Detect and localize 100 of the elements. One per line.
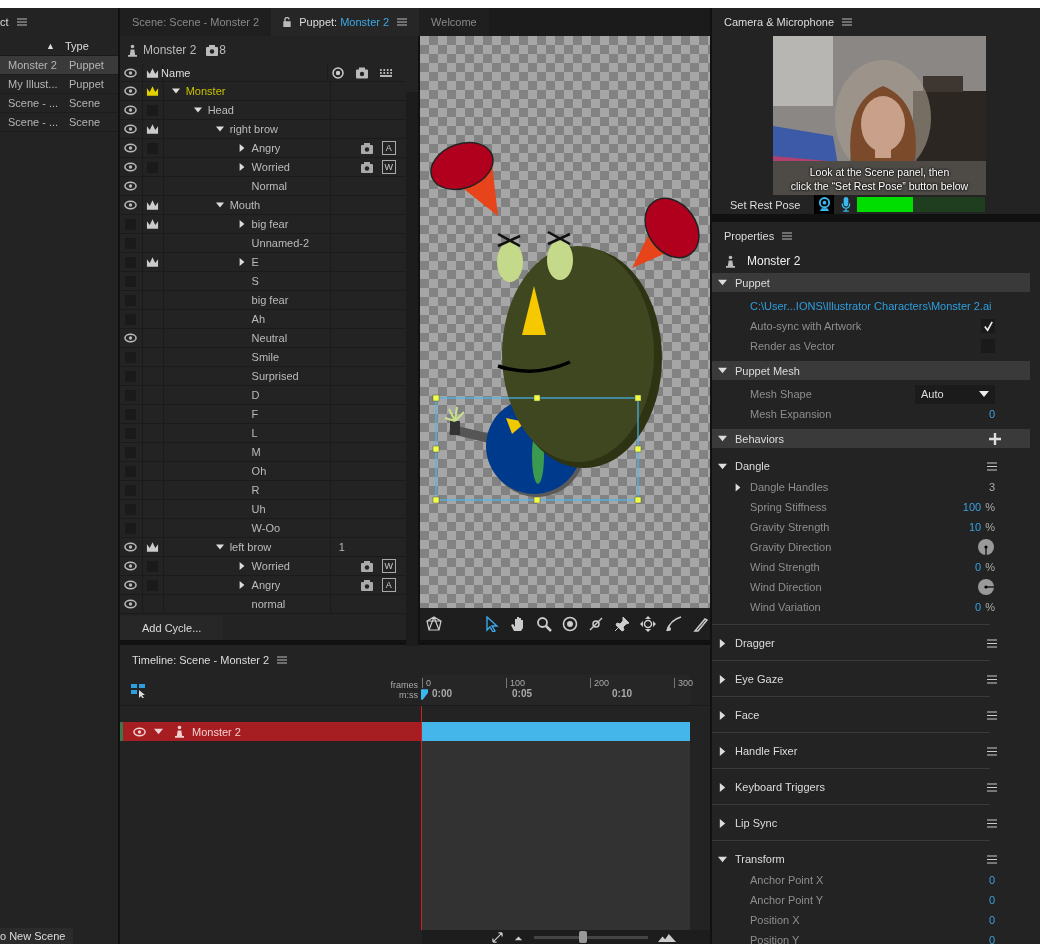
- property-value[interactable]: 100: [962, 501, 982, 513]
- eye-icon[interactable]: [124, 105, 138, 115]
- layer-name[interactable]: S: [251, 275, 259, 287]
- eye-icon[interactable]: [124, 333, 138, 343]
- behavior-title[interactable]: Keyboard Triggers: [735, 781, 987, 793]
- collapse-arrow-icon[interactable]: [215, 125, 224, 133]
- layer-name[interactable]: big fear: [251, 294, 289, 306]
- collapse-arrow-icon[interactable]: [718, 278, 727, 287]
- add-cycle-button[interactable]: Add Cycle...: [120, 616, 224, 640]
- layer-name[interactable]: Head: [207, 104, 234, 116]
- behavior-title[interactable]: Dragger: [735, 637, 987, 649]
- expand-arrow-icon[interactable]: [237, 220, 246, 228]
- direction-dial[interactable]: [978, 578, 995, 596]
- select-icon[interactable]: [130, 682, 146, 698]
- property-value[interactable]: 0: [988, 874, 995, 886]
- property-value[interactable]: 0: [988, 934, 995, 944]
- layer-name[interactable]: Normal: [251, 180, 288, 192]
- menu-icon[interactable]: [987, 710, 997, 720]
- menu-icon[interactable]: [987, 854, 997, 864]
- eye-icon[interactable]: [124, 200, 138, 210]
- file-path-link[interactable]: C:\User...IONS\Illustrator Characters\Monster 2.ai: [750, 300, 992, 312]
- crown-icon[interactable]: [146, 85, 160, 97]
- expand-arrow-icon[interactable]: [718, 674, 727, 684]
- layer-name[interactable]: E: [251, 256, 259, 268]
- eye-icon[interactable]: [124, 143, 138, 153]
- column-heading[interactable]: Type: [64, 39, 89, 52]
- playhead-handle[interactable]: [421, 689, 428, 700]
- expand-arrow-icon[interactable]: [718, 710, 727, 720]
- menu-icon[interactable]: [987, 782, 997, 792]
- collapse-arrow-icon[interactable]: [718, 434, 727, 443]
- eye-icon[interactable]: [124, 599, 138, 609]
- mesh-shape-dropdown[interactable]: Auto: [915, 384, 995, 404]
- layer-name[interactable]: Neutral: [251, 332, 288, 344]
- collapse-arrow-icon[interactable]: [718, 854, 727, 864]
- add-icon[interactable]: [989, 432, 1001, 445]
- crown-icon[interactable]: [146, 256, 160, 268]
- move-icon[interactable]: [640, 616, 656, 632]
- collapse-arrow-icon[interactable]: [215, 201, 224, 209]
- set-rest-pose-button[interactable]: Set Rest Pose: [712, 198, 814, 211]
- hand-icon[interactable]: [510, 616, 526, 632]
- property-value[interactable]: 0: [988, 914, 995, 926]
- property-value[interactable]: 10: [968, 521, 982, 533]
- webcam-toggle[interactable]: [814, 195, 834, 214]
- tab[interactable]: Welcome: [419, 8, 489, 36]
- layer-name[interactable]: M: [251, 446, 261, 458]
- collapse-arrow-icon[interactable]: [154, 727, 163, 736]
- expand-arrow-icon[interactable]: [237, 581, 246, 589]
- microphone-icon[interactable]: [841, 197, 851, 212]
- direction-dial[interactable]: [978, 538, 995, 556]
- layer-name[interactable]: normal: [251, 598, 286, 610]
- checkbox[interactable]: [981, 319, 995, 333]
- layer-name[interactable]: Worried: [251, 560, 290, 572]
- section-header[interactable]: Puppet Mesh: [712, 361, 1030, 380]
- menu-icon[interactable]: [987, 638, 997, 648]
- layer-name[interactable]: right brow: [229, 123, 278, 135]
- expand-arrow-icon[interactable]: [718, 746, 727, 756]
- caret-icon[interactable]: [979, 391, 989, 397]
- eye-icon[interactable]: [124, 580, 138, 590]
- layer-name[interactable]: D: [251, 389, 260, 401]
- collapse-arrow-icon[interactable]: [215, 543, 224, 551]
- search-icon[interactable]: [536, 616, 552, 632]
- section-header[interactable]: Behaviors: [712, 429, 1030, 448]
- expand-arrow-icon[interactable]: [237, 144, 246, 152]
- layer-name[interactable]: big fear: [251, 218, 289, 230]
- layer-name[interactable]: Ah: [251, 313, 266, 325]
- layer-name[interactable]: Worried: [251, 161, 290, 173]
- project-item[interactable]: My Illust... Puppet: [0, 75, 118, 94]
- eye-icon[interactable]: [124, 181, 138, 191]
- project-item[interactable]: Scene - ... Scene: [0, 94, 118, 113]
- crown-icon[interactable]: [146, 199, 160, 211]
- crown-icon[interactable]: [146, 541, 160, 553]
- behavior-title[interactable]: Lip Sync: [735, 817, 987, 829]
- crown-icon[interactable]: [146, 123, 160, 135]
- lock-icon[interactable]: [283, 17, 292, 27]
- new-scene-button[interactable]: o New Scene: [0, 928, 74, 944]
- layer-name[interactable]: left brow: [229, 541, 272, 553]
- menu-icon[interactable]: [987, 461, 997, 471]
- collapse-arrow-icon[interactable]: [193, 106, 202, 114]
- layer-name[interactable]: Oh: [251, 465, 267, 477]
- selection-box[interactable]: [432, 394, 642, 504]
- behavior-title[interactable]: Handle Fixer: [735, 745, 987, 757]
- expand-arrow-icon[interactable]: [718, 818, 727, 828]
- zoom-slider-thumb[interactable]: [579, 930, 587, 943]
- property-value[interactable]: 0: [988, 894, 995, 906]
- stick-icon[interactable]: [588, 616, 604, 632]
- expand-arrow-icon[interactable]: [237, 562, 246, 570]
- project-item[interactable]: Scene - ... Scene: [0, 113, 118, 132]
- trigger-key[interactable]: A: [381, 578, 396, 592]
- crown-icon[interactable]: [146, 218, 160, 230]
- curve-icon[interactable]: [666, 616, 682, 632]
- tab[interactable]: Puppet: Monster 2: [271, 8, 420, 36]
- behavior-title[interactable]: Face: [735, 709, 987, 721]
- knife-icon[interactable]: [692, 616, 708, 632]
- property-value[interactable]: 0: [988, 408, 995, 420]
- expand-arrow-icon[interactable]: [237, 163, 246, 171]
- tab[interactable]: Scene: Scene - Monster 2: [120, 8, 272, 36]
- property-value[interactable]: 0: [975, 561, 982, 573]
- collapse-arrow-icon[interactable]: [718, 461, 727, 471]
- menu-icon[interactable]: [987, 818, 997, 828]
- menu-icon[interactable]: [987, 746, 997, 756]
